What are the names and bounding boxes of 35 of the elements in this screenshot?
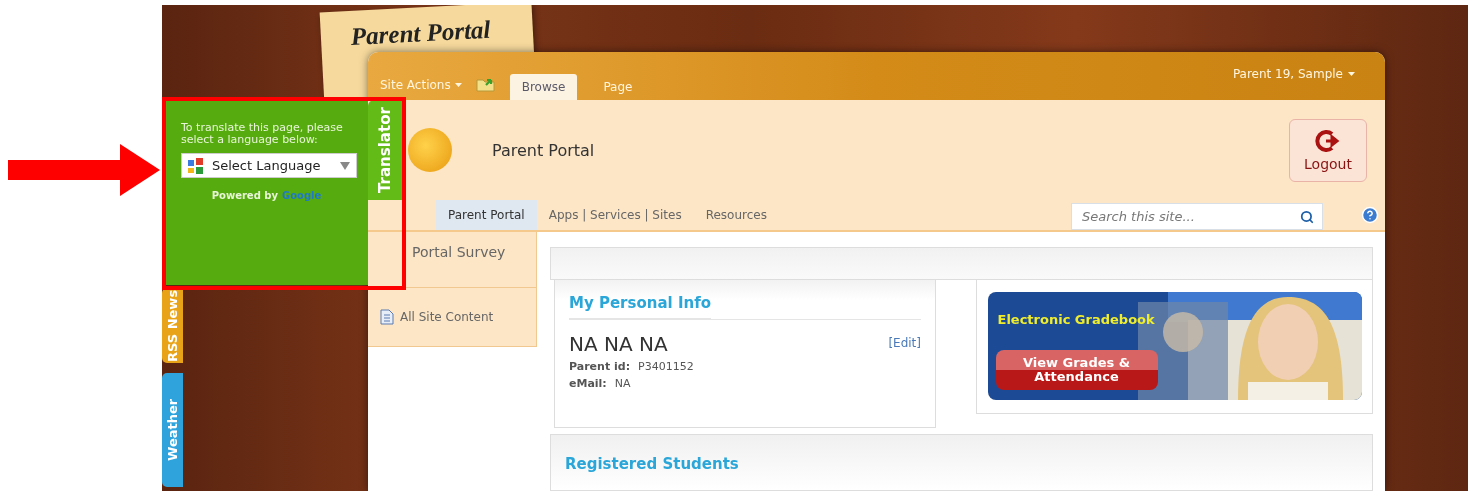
card-title: My Personal Info	[569, 293, 711, 319]
side-tab[interactable]: Weather	[162, 373, 183, 487]
card-title: Registered Students	[565, 454, 739, 475]
field-label: Parent id:	[569, 359, 631, 373]
gradebook-button[interactable]: View Grades & Attendance	[995, 350, 1158, 391]
logout-button[interactable]: Logout	[1289, 118, 1367, 182]
search-icon[interactable]	[1300, 209, 1314, 224]
quick-launch-heading-text[interactable]: Portal Survey	[412, 244, 506, 260]
document-icon	[380, 309, 394, 325]
translate-logo-icon	[188, 157, 204, 174]
nav-tab[interactable]: Parent Portal	[436, 200, 537, 230]
powered-by-text: Powered by	[211, 190, 278, 202]
field-value: NA	[614, 376, 631, 390]
quick-launch-link[interactable]: All Site Content	[368, 288, 537, 347]
caret-icon[interactable]	[454, 83, 462, 87]
search-field[interactable]: Search this site...	[1071, 203, 1323, 230]
ribbon-tab[interactable]: Browse	[509, 74, 578, 100]
nav-tab[interactable]: Resources	[693, 200, 779, 230]
logout-icon	[1315, 128, 1341, 153]
field-label: eMail:	[569, 376, 607, 390]
translate-prompt: To translate this page, please select a language below:	[181, 122, 344, 146]
folder-icon[interactable]	[475, 76, 496, 92]
user-menu[interactable]: Parent 19, Sample	[1232, 67, 1355, 81]
help-icon[interactable]	[1361, 206, 1379, 224]
banner-title: Electronic Gradebook	[997, 312, 1155, 328]
caret-icon[interactable]	[1348, 72, 1355, 76]
parent-name: NA NA NA	[569, 331, 668, 356]
edit-link[interactable]: [Edit]	[888, 335, 921, 350]
note-title: Parent Portal	[350, 15, 492, 51]
nav-tab[interactable]: Apps | Services | Sites	[536, 200, 694, 230]
site-title: Parent Portal	[492, 140, 595, 160]
dropdown-caret-icon	[340, 161, 350, 170]
language-select[interactable]: Select Language	[181, 153, 357, 179]
site-logo	[408, 128, 452, 172]
field-value: P3401152	[638, 359, 694, 373]
